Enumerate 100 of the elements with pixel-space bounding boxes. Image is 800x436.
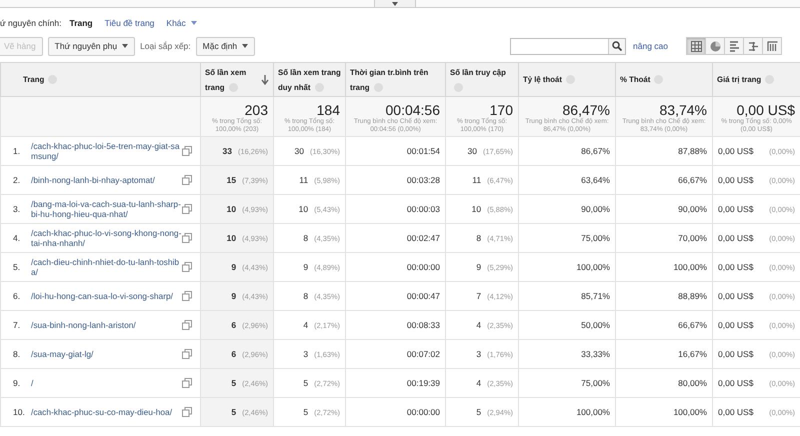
- search-icon: [612, 41, 622, 51]
- table-cell: 70,00%: [678, 233, 707, 243]
- open-window-icon: [182, 146, 192, 156]
- open-window-icon: [182, 233, 192, 243]
- view-toggle[interactable]: [705, 37, 725, 55]
- table-cell: 5: [303, 407, 308, 417]
- table-cell: 0,00 US$: [718, 175, 754, 185]
- open-window-icon: [182, 175, 192, 185]
- collapse-tab[interactable]: [374, 0, 416, 8]
- table-cell: 8: [476, 233, 482, 243]
- table-cell: 90,00%: [581, 204, 610, 214]
- table-cell: 00:00:03: [406, 204, 440, 214]
- page-link[interactable]: /sua-may-giat-lg/: [31, 349, 182, 359]
- open-window-icon: [182, 378, 192, 388]
- dimension-link[interactable]: Tiêu đề trang: [104, 18, 154, 28]
- view-toggle[interactable]: [762, 37, 782, 55]
- row-number: 5.: [13, 262, 22, 272]
- table-cell: 00:08:33: [406, 320, 440, 330]
- table-cell: 0,00 US$: [718, 291, 754, 301]
- table-cell: 0,00 US$: [718, 320, 754, 330]
- table-cell: 9: [303, 262, 308, 272]
- table-cell: 10: [298, 204, 308, 214]
- row-number: 4.: [13, 233, 22, 243]
- sort-label: Loại sắp xếp:: [140, 41, 191, 51]
- dimension-link[interactable]: Khác: [166, 18, 197, 28]
- total-value: 0,00 US$: [736, 102, 795, 118]
- table-cell: 0,00 US$: [718, 233, 754, 243]
- table-cell: 11: [299, 175, 308, 185]
- table-cell: 75,00%: [581, 233, 610, 243]
- table-cell: 100,00%: [576, 262, 610, 272]
- row-number: 2.: [13, 175, 22, 185]
- view-toggle[interactable]: [743, 37, 763, 55]
- table-cell: 0,00 US$: [718, 378, 754, 388]
- table-cell: 100,00%: [576, 407, 610, 417]
- page-link[interactable]: /cach-khac-phuc-su-co-may-dieu-hoa/: [31, 407, 182, 417]
- page-link[interactable]: /cach-khac-phuc-loi-5e-tren-may-giat-samsung/: [31, 141, 182, 161]
- open-window-icon: [182, 262, 192, 272]
- row-number: 3.: [13, 204, 22, 214]
- table-cell: 00:19:39: [406, 378, 440, 388]
- table-cell: 3: [303, 349, 308, 359]
- pivot-icon: [766, 40, 778, 52]
- advanced-link[interactable]: nâng cao: [633, 41, 668, 51]
- row-number: 7.: [13, 320, 22, 330]
- page-link[interactable]: /cach-khac-phuc-lo-vi-song-khong-nong-tai-nha-nhanh/: [31, 228, 182, 248]
- caret-icon: [392, 2, 398, 6]
- table-cell: 87,88%: [678, 146, 707, 156]
- open-window-icon: [182, 407, 192, 417]
- table-cell: 11: [472, 175, 482, 185]
- table-cell: 0,00 US$: [718, 407, 754, 417]
- table-cell: 5: [476, 407, 482, 417]
- table-cell: 4: [476, 378, 482, 388]
- page-link[interactable]: /cach-dieu-chinh-nhiet-do-tu-lanh-toshiba/: [31, 257, 182, 277]
- table-cell: 00:00:00: [406, 262, 440, 272]
- table-cell: 33,33%: [581, 349, 610, 359]
- table-cell: 10: [472, 204, 482, 214]
- open-window-icon: [182, 320, 192, 330]
- caret-icon: [122, 44, 128, 48]
- table-cell: 90,00%: [678, 204, 707, 214]
- table-cell: 00:00:00: [406, 407, 440, 417]
- table-cell: 0,00 US$: [718, 262, 754, 272]
- total-value: 203: [244, 102, 268, 118]
- dimension-link[interactable]: Trang: [69, 18, 93, 28]
- table-cell: 75,00%: [581, 378, 610, 388]
- table-cell: 00:01:54: [406, 146, 440, 156]
- table-cell: 88,89%: [678, 291, 707, 301]
- table-cell: 10: [226, 204, 236, 214]
- open-window-icon: [182, 291, 192, 301]
- view-toggle[interactable]: [724, 37, 744, 55]
- table-cell: 9: [231, 262, 236, 272]
- row-number: 10.: [13, 407, 26, 417]
- table-cell: 3: [476, 349, 482, 359]
- table-cell: 16,67%: [678, 349, 707, 359]
- table-cell: 0,00 US$: [718, 349, 754, 359]
- table-cell: 8: [303, 291, 308, 301]
- table-cell: 15: [226, 175, 236, 185]
- page-link[interactable]: /sua-binh-nong-lanh-ariston/: [31, 320, 182, 330]
- table-cell: 100,00%: [673, 262, 707, 272]
- table-cell: 80,00%: [678, 378, 707, 388]
- page-link[interactable]: /binh-nong-lanh-bi-nhay-aptomat/: [31, 175, 182, 185]
- secondary-dimension-dropdown[interactable]: Thứ nguyên phụ: [48, 36, 136, 56]
- caret-icon: [190, 21, 197, 25]
- table-cell: 9: [231, 291, 236, 301]
- page-link[interactable]: /: [31, 378, 182, 388]
- table-cell: 30: [468, 146, 477, 156]
- table-cell: 85,71%: [581, 291, 610, 301]
- table-cell: 66,67%: [678, 175, 707, 185]
- table-view-icon: [690, 40, 702, 52]
- sort-arrow-icon: [261, 74, 269, 84]
- search-field[interactable]: [510, 38, 626, 54]
- page-link[interactable]: /loi-hu-hong-can-sua-lo-vi-song-sharp/: [31, 291, 182, 301]
- table-cell: 5: [303, 378, 308, 388]
- table-cell: 4: [476, 320, 482, 330]
- total-value: 170: [490, 102, 513, 118]
- sort-dropdown[interactable]: Mặc định: [196, 36, 256, 56]
- pie-chart-icon: [710, 40, 720, 52]
- view-toggle[interactable]: [686, 37, 706, 55]
- row-number: 1.: [13, 146, 22, 156]
- table-cell: 4: [303, 320, 308, 330]
- page-link[interactable]: /bang-ma-loi-va-cach-sua-tu-lanh-sharp-bi-hu-hong-hieu-qua-nhat/: [31, 199, 182, 219]
- row-number: 8.: [13, 349, 22, 359]
